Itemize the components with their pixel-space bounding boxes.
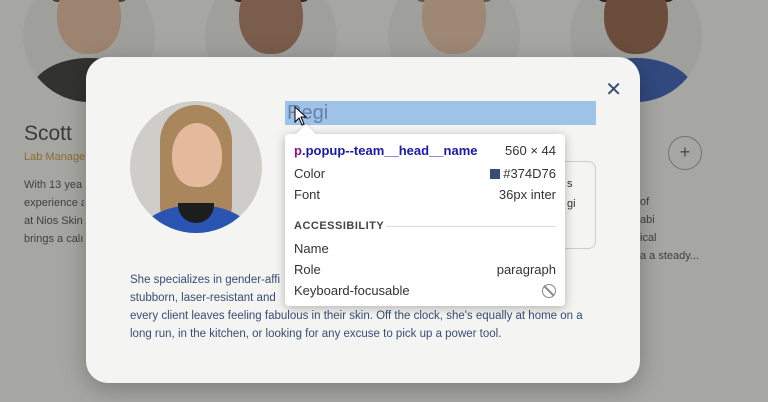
accessibility-section: ACCESSIBILITY [294,220,556,232]
selector-tag: p [294,143,302,158]
mouse-cursor-icon [294,106,308,126]
accessibility-title: ACCESSIBILITY [294,220,385,232]
inspect-selector-row: p.popup--team__head__name 560 × 44 [294,143,556,163]
a11y-role-value: paragraph [496,262,556,277]
color-swatch [490,169,501,179]
color-value: #374D76 [503,166,556,181]
team-member-name: Regi [285,101,596,125]
a11y-keyboard-label: Keyboard-focusable [294,283,410,298]
inspect-tooltip: p.popup--team__head__name 560 × 44 Color… [285,134,565,306]
element-size: 560 × 44 [505,143,556,158]
inspect-role-row: Role paragraph [294,262,556,282]
not-focusable-icon [542,284,556,298]
close-icon[interactable]: ✕ [605,77,622,102]
selector-class: .popup--team__head__name [301,143,478,158]
inspect-font-row: Font 36px inter [294,187,556,207]
a11y-name-label: Name [294,241,329,256]
team-member-photo [130,101,262,233]
inspect-color-row: Color #374D76 [294,166,556,186]
font-label: Font [294,187,321,202]
a11y-role-label: Role [294,262,321,277]
inspect-keyboard-row: Keyboard-focusable [294,283,556,303]
font-value: 36px inter [498,187,556,202]
inspect-name-row: Name [294,241,556,261]
color-label: Color [294,166,326,181]
